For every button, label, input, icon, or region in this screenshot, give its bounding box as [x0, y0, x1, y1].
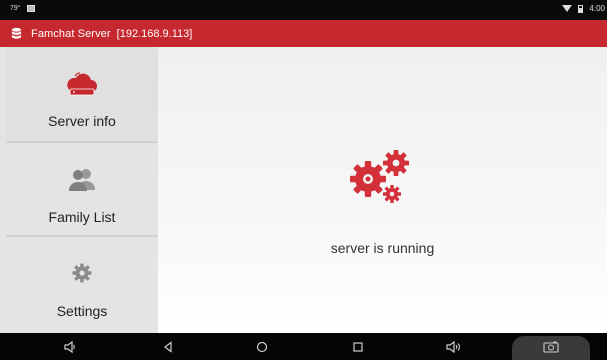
router-cloud-icon — [65, 69, 99, 97]
screenshot-icon — [543, 341, 559, 353]
sidebar-item-label: Family List — [48, 209, 116, 225]
database-icon — [11, 27, 22, 39]
sidebar: Server info Family List Settings — [0, 47, 158, 333]
home-icon — [256, 341, 268, 352]
volume-up-icon — [446, 340, 461, 353]
status-time: 4:00 — [589, 4, 605, 13]
recents-button[interactable] — [346, 333, 370, 360]
volume-down-icon — [64, 340, 75, 353]
app-title: Famchat Server — [31, 27, 111, 40]
sidebar-item-server-info[interactable]: Server info — [6, 47, 158, 141]
app-bar: Famchat Server [192.168.9.113] — [0, 20, 607, 47]
battery-icon — [578, 4, 584, 13]
back-icon — [164, 340, 172, 353]
sidebar-item-label: Settings — [56, 303, 108, 319]
server-address: [192.168.9.113] — [116, 27, 193, 40]
server-status-text: server is running — [330, 240, 435, 256]
status-bar: 79° 4:00 — [0, 0, 607, 20]
navigation-bar — [0, 333, 607, 360]
gear-icon — [72, 259, 92, 287]
status-right: 4:00 — [562, 4, 605, 13]
home-button[interactable] — [250, 333, 274, 360]
wifi-icon — [562, 5, 573, 12]
back-button[interactable] — [156, 333, 180, 360]
people-icon — [67, 165, 97, 193]
status-left: 79° — [10, 5, 35, 12]
screenshot-button[interactable] — [538, 333, 564, 360]
main-content: server is running — [158, 47, 607, 333]
sidebar-item-family-list[interactable]: Family List — [6, 143, 158, 235]
sidebar-item-label: Server info — [48, 113, 116, 129]
volume-down-button[interactable] — [58, 333, 82, 360]
volume-up-button[interactable] — [442, 333, 466, 360]
sidebar-item-settings[interactable]: Settings — [6, 237, 158, 333]
recents-icon — [353, 341, 363, 352]
gears-icon — [350, 150, 409, 203]
image-notification-icon — [26, 5, 35, 12]
temperature-text: 79° — [10, 5, 21, 12]
